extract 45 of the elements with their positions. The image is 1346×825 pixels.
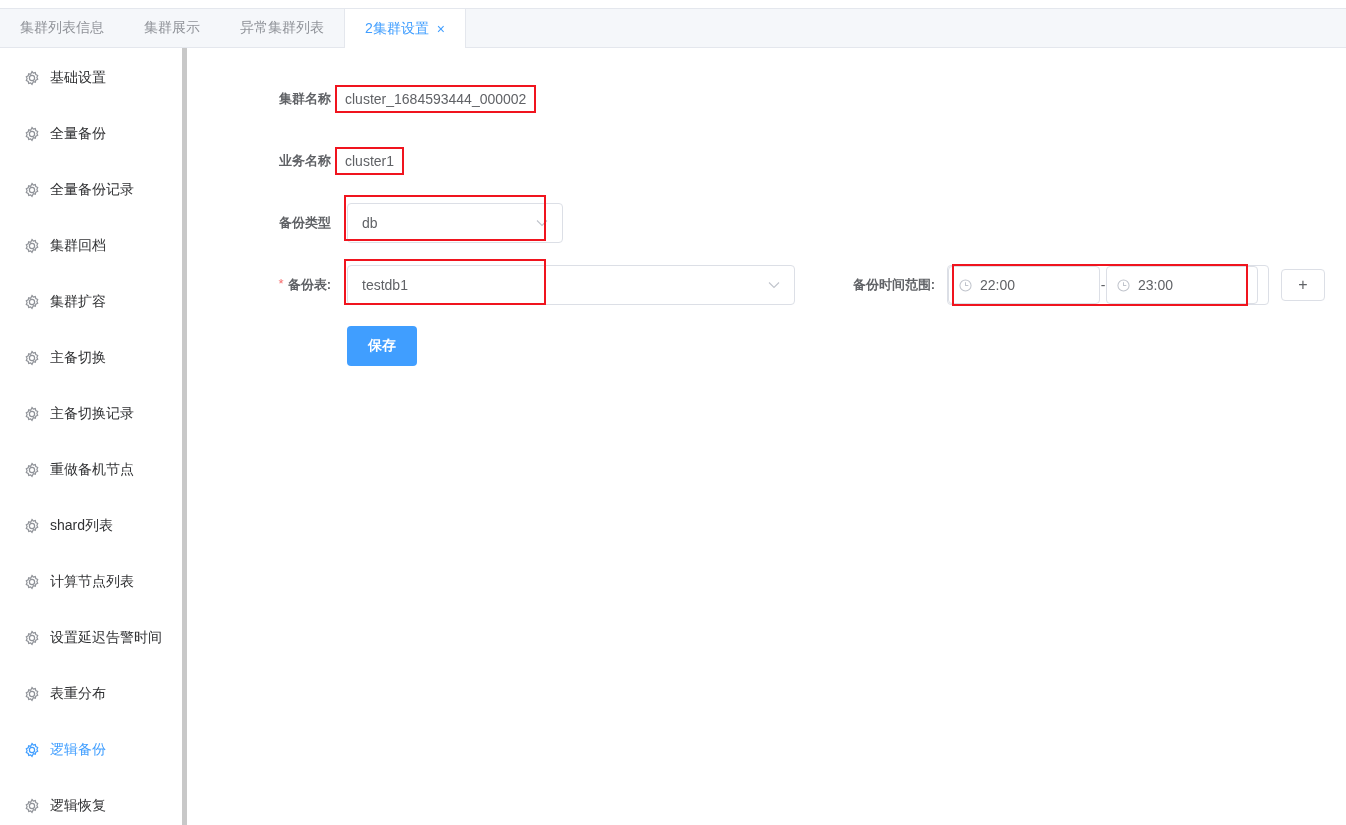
field-value: cluster1 (335, 147, 405, 175)
gear-icon (24, 126, 40, 142)
sidebar-item[interactable]: 集群回档 (0, 218, 182, 274)
gear-icon (24, 574, 40, 590)
field-value: cluster_1684593444_000002 (335, 85, 537, 113)
sidebar-item[interactable]: 设置延迟告警时间 (0, 610, 182, 666)
sidebar-item[interactable]: 集群扩容 (0, 274, 182, 330)
sidebar-item[interactable]: 计算节点列表 (0, 554, 182, 610)
field-label: 业务名称 (279, 152, 331, 170)
sidebar-item[interactable]: shard列表 (0, 498, 182, 554)
gear-icon (24, 350, 40, 366)
gear-icon (24, 462, 40, 478)
chevron-down-icon (536, 219, 548, 227)
gear-icon (24, 630, 40, 646)
field-label: 备份时间范围: (851, 276, 935, 294)
field-label: 备份类型 (279, 214, 331, 232)
gear-icon (24, 798, 40, 814)
sidebar-item[interactable]: 主备切换记录 (0, 386, 182, 442)
gear-icon (24, 238, 40, 254)
start-time-input[interactable]: 22:00 (948, 266, 1100, 304)
sidebar-item[interactable]: 重做备机节点 (0, 442, 182, 498)
sidebar-item[interactable]: 表重分布 (0, 666, 182, 722)
end-time-input[interactable]: 23:00 (1106, 266, 1258, 304)
field-label: 集群名称 (279, 90, 331, 108)
add-button[interactable]: + (1281, 269, 1325, 301)
required-mark: * (278, 276, 284, 293)
gear-icon (24, 742, 40, 758)
sidebar-item[interactable]: 全量备份 (0, 106, 182, 162)
sidebar-item[interactable]: 全量备份记录 (0, 162, 182, 218)
select-field[interactable]: db (347, 203, 563, 243)
range-separator: - (1100, 277, 1106, 293)
clock-icon (1117, 278, 1130, 292)
chevron-down-icon (768, 281, 780, 289)
select-field[interactable]: testdb1 (347, 265, 795, 305)
sidebar-item[interactable]: 基础设置 (0, 50, 182, 106)
gear-icon (24, 294, 40, 310)
clock-icon (959, 278, 972, 292)
sidebar-item[interactable]: 主备切换 (0, 330, 182, 386)
gear-icon (24, 518, 40, 534)
gear-icon (24, 406, 40, 422)
gear-icon (24, 686, 40, 702)
field-label: 备份表: (287, 276, 331, 294)
sidebar-item[interactable]: 逻辑恢复 (0, 778, 182, 825)
gear-icon (24, 70, 40, 86)
gear-icon (24, 182, 40, 198)
